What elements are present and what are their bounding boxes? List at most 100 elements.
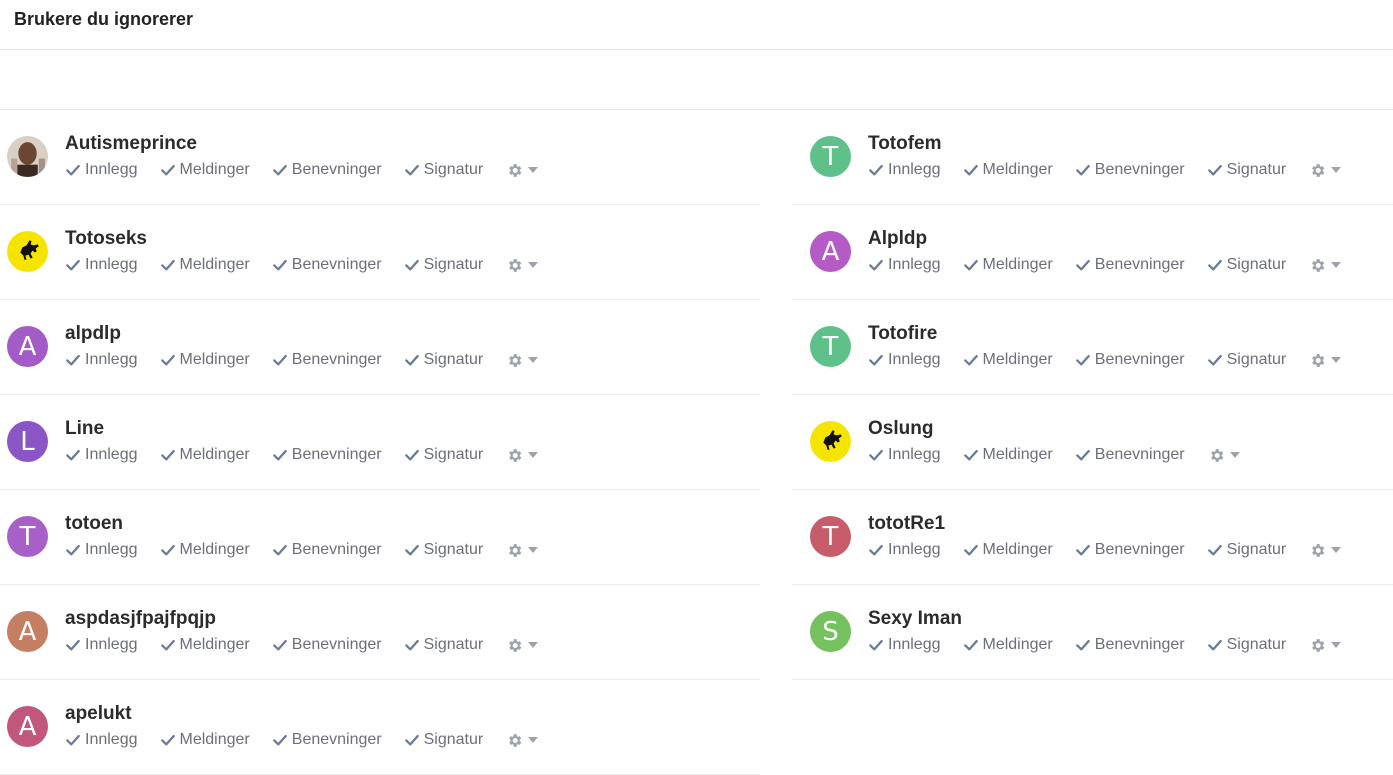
ignore-option-meldinger[interactable]: Meldinger <box>160 636 250 654</box>
ignore-option-benevninger[interactable]: Benevninger <box>272 256 382 274</box>
ignore-option-innlegg[interactable]: Innlegg <box>66 636 138 654</box>
ignore-option-meldinger[interactable]: Meldinger <box>160 256 250 274</box>
ignore-option-benevninger[interactable]: Benevninger <box>272 541 382 559</box>
settings-dropdown-button[interactable] <box>506 542 539 559</box>
avatar[interactable]: A <box>7 326 48 367</box>
ignore-option-signatur[interactable]: Signatur <box>1207 351 1286 369</box>
ignore-option-meldinger[interactable]: Meldinger <box>160 541 250 559</box>
ignore-option-signatur[interactable]: Signatur <box>404 731 483 749</box>
settings-dropdown-button[interactable] <box>506 447 539 464</box>
ignore-option-innlegg[interactable]: Innlegg <box>66 731 138 749</box>
ignore-option-signatur[interactable]: Signatur <box>404 351 483 369</box>
avatar[interactable]: S <box>810 611 851 652</box>
ignore-option-meldinger[interactable]: Meldinger <box>160 161 250 179</box>
avatar[interactable]: A <box>7 706 48 747</box>
ignore-option-benevninger[interactable]: Benevninger <box>1075 541 1185 559</box>
ignore-option-innlegg[interactable]: Innlegg <box>869 161 941 179</box>
avatar[interactable]: T <box>810 516 851 557</box>
chevron-down-icon <box>1331 642 1342 648</box>
ignore-option-innlegg[interactable]: Innlegg <box>869 636 941 654</box>
avatar[interactable]: L <box>7 421 48 462</box>
settings-dropdown-button[interactable] <box>1309 542 1342 559</box>
check-icon <box>1207 164 1222 176</box>
ignore-option-meldinger[interactable]: Meldinger <box>160 446 250 464</box>
ignore-option-benevninger[interactable]: Benevninger <box>1075 161 1185 179</box>
username[interactable]: Autismeprince <box>65 133 197 155</box>
username[interactable]: aspdasjfpajfpqjp <box>65 608 216 630</box>
avatar[interactable] <box>7 136 48 177</box>
ignore-option-benevninger[interactable]: Benevninger <box>272 446 382 464</box>
ignore-option-innlegg[interactable]: Innlegg <box>66 541 138 559</box>
settings-dropdown-button[interactable] <box>1309 257 1342 274</box>
ignore-option-innlegg[interactable]: Innlegg <box>869 541 941 559</box>
user-row: Oslung Innlegg Meldinger Benevninger <box>792 395 1393 490</box>
ignore-option-meldinger[interactable]: Meldinger <box>963 161 1053 179</box>
ignore-option-benevninger[interactable]: Benevninger <box>272 636 382 654</box>
username[interactable]: tototRe1 <box>868 513 945 535</box>
check-icon <box>66 259 80 271</box>
ignore-option-meldinger[interactable]: Meldinger <box>963 446 1053 464</box>
ignore-option-innlegg[interactable]: Innlegg <box>869 256 941 274</box>
ignore-option-signatur[interactable]: Signatur <box>1207 256 1286 274</box>
check-icon <box>404 639 419 651</box>
settings-dropdown-button[interactable] <box>506 732 539 749</box>
username[interactable]: apelukt <box>65 703 132 725</box>
avatar[interactable]: T <box>7 516 48 557</box>
ignore-option-meldinger[interactable]: Meldinger <box>963 256 1053 274</box>
ignore-option-meldinger[interactable]: Meldinger <box>963 351 1053 369</box>
ignore-option-benevninger[interactable]: Benevninger <box>1075 256 1185 274</box>
settings-dropdown-button[interactable] <box>1309 352 1342 369</box>
settings-dropdown-button[interactable] <box>506 352 539 369</box>
ignore-option-meldinger[interactable]: Meldinger <box>160 351 250 369</box>
username[interactable]: Oslung <box>868 418 933 440</box>
ignore-option-benevninger[interactable]: Benevninger <box>272 731 382 749</box>
settings-dropdown-button[interactable] <box>1309 162 1342 179</box>
username[interactable]: totoen <box>65 513 123 535</box>
check-icon <box>1075 449 1090 461</box>
ignore-option-meldinger[interactable]: Meldinger <box>963 541 1053 559</box>
ignore-option-benevninger[interactable]: Benevninger <box>1075 446 1185 464</box>
ignore-option-meldinger[interactable]: Meldinger <box>963 636 1053 654</box>
ignore-option-benevninger[interactable]: Benevninger <box>272 161 382 179</box>
ignore-option-benevninger[interactable]: Benevninger <box>1075 636 1185 654</box>
chevron-down-icon <box>1331 357 1342 363</box>
ignore-option-meldinger[interactable]: Meldinger <box>160 731 250 749</box>
ignore-option-innlegg[interactable]: Innlegg <box>66 351 138 369</box>
avatar[interactable]: T <box>810 136 851 177</box>
chevron-down-icon <box>1331 167 1342 173</box>
ignore-option-innlegg[interactable]: Innlegg <box>66 446 138 464</box>
ignore-option-signatur[interactable]: Signatur <box>404 541 483 559</box>
avatar[interactable]: A <box>810 231 851 272</box>
username[interactable]: Line <box>65 418 104 440</box>
ignore-option-signatur[interactable]: Signatur <box>404 161 483 179</box>
username[interactable]: Totofem <box>868 133 942 155</box>
avatar[interactable] <box>7 231 48 272</box>
username[interactable]: Sexy Iman <box>868 608 962 630</box>
avatar[interactable] <box>810 421 851 462</box>
username[interactable]: Alpldp <box>868 228 927 250</box>
ignore-option-innlegg[interactable]: Innlegg <box>66 161 138 179</box>
ignore-option-signatur[interactable]: Signatur <box>404 636 483 654</box>
avatar[interactable]: T <box>810 326 851 367</box>
ignore-option-signatur[interactable]: Signatur <box>1207 636 1286 654</box>
ignore-option-signatur[interactable]: Signatur <box>1207 161 1286 179</box>
username[interactable]: alpdlp <box>65 323 121 345</box>
gear-icon <box>1210 448 1223 462</box>
username[interactable]: Totofire <box>868 323 937 345</box>
settings-dropdown-button[interactable] <box>1309 637 1342 654</box>
settings-dropdown-button[interactable] <box>506 637 539 654</box>
username[interactable]: Totoseks <box>65 228 147 250</box>
ignore-option-signatur[interactable]: Signatur <box>404 446 483 464</box>
ignore-option-innlegg[interactable]: Innlegg <box>869 446 941 464</box>
ignore-option-innlegg[interactable]: Innlegg <box>869 351 941 369</box>
ignore-option-benevninger[interactable]: Benevninger <box>1075 351 1185 369</box>
settings-dropdown-button[interactable] <box>506 162 539 179</box>
ignore-option-innlegg[interactable]: Innlegg <box>66 256 138 274</box>
ignore-option-benevninger[interactable]: Benevninger <box>272 351 382 369</box>
settings-dropdown-button[interactable] <box>1208 447 1240 464</box>
option-label: Benevninger <box>1094 256 1185 273</box>
ignore-option-signatur[interactable]: Signatur <box>404 256 483 274</box>
settings-dropdown-button[interactable] <box>506 257 539 274</box>
ignore-option-signatur[interactable]: Signatur <box>1207 541 1286 559</box>
avatar[interactable]: A <box>7 611 48 652</box>
